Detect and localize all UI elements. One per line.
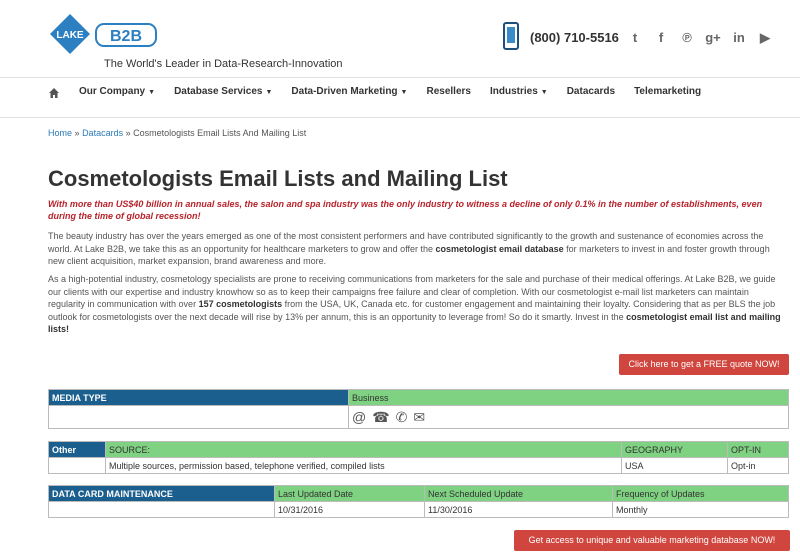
frequency-value: Monthly: [612, 501, 789, 518]
opt-in-header: OPT-IN: [727, 441, 789, 458]
facebook-icon[interactable]: f: [652, 30, 670, 46]
geography-header: GEOGRAPHY: [621, 441, 728, 458]
nav-industries[interactable]: Industries ▼: [490, 86, 548, 97]
email-at-icon: @: [352, 409, 367, 425]
fax-icon: ☎: [372, 409, 390, 425]
database-access-button[interactable]: Get access to unique and valuable market…: [514, 530, 790, 551]
caret-down-icon: ▼: [265, 89, 273, 96]
nav-our-company[interactable]: Our Company ▼: [79, 86, 155, 97]
nav-telemarketing[interactable]: Telemarketing: [634, 86, 701, 97]
lead-text: With more than US$40 billion in annual s…: [48, 199, 763, 221]
page-title: Cosmetologists Email Lists and Mailing L…: [48, 166, 508, 191]
twitter-icon[interactable]: t: [626, 30, 644, 46]
other-header: Other: [48, 441, 106, 458]
source-header: SOURCE:: [105, 441, 622, 458]
maintenance-table: DATA CARD MAINTENANCE Last Updated Date …: [48, 485, 789, 518]
caret-down-icon: ▼: [400, 89, 408, 96]
svg-text:B2B: B2B: [110, 28, 142, 45]
nav-resellers[interactable]: Resellers: [426, 86, 470, 97]
geography-value: USA: [621, 457, 728, 474]
mail-icon: ✉: [413, 409, 426, 425]
lake-b2b-logo[interactable]: LAKE B2B: [48, 12, 168, 62]
last-updated-value: 10/31/2016: [274, 501, 425, 518]
linkedin-icon[interactable]: in: [730, 30, 748, 46]
nav-data-driven-marketing[interactable]: Data-Driven Marketing ▼: [291, 86, 407, 97]
intro-paragraph: The beauty industry has over the years e…: [48, 231, 770, 266]
caret-down-icon: ▼: [148, 89, 156, 96]
frequency-header: Frequency of Updates: [612, 485, 789, 502]
opt-in-value: Opt-in: [727, 457, 789, 474]
svg-text:LAKE: LAKE: [56, 30, 84, 41]
caret-down-icon: ▼: [540, 89, 548, 96]
breadcrumb-current: Cosmetologists Email Lists And Mailing L…: [133, 128, 307, 138]
phone-icon: [503, 22, 519, 50]
maintenance-header: DATA CARD MAINTENANCE: [48, 485, 275, 502]
phone-icon: ✆: [395, 409, 408, 425]
media-type-table: MEDIA TYPE Business @ ☎ ✆ ✉: [48, 389, 789, 429]
tagline: The World's Leader in Data-Research-Inno…: [104, 58, 343, 70]
breadcrumb-datacards[interactable]: Datacards: [82, 128, 123, 138]
google-plus-icon[interactable]: g+: [704, 30, 722, 46]
site-header: LAKE B2B The World's Leader in Data-Rese…: [0, 0, 800, 78]
next-update-value: 11/30/2016: [424, 501, 613, 518]
breadcrumb: Home » Datacards » Cosmetologists Email …: [48, 128, 307, 138]
main-nav: Our Company ▼ Database Services ▼ Data-Dri…: [0, 78, 800, 118]
nav-datacards[interactable]: Datacards: [567, 86, 615, 97]
breadcrumb-home[interactable]: Home: [48, 128, 72, 138]
free-quote-button[interactable]: Click here to get a FREE quote NOW!: [619, 354, 789, 375]
phone-number[interactable]: (800) 710-5516: [530, 30, 619, 45]
youtube-icon[interactable]: ▶: [756, 30, 774, 46]
nav-database-services[interactable]: Database Services ▼: [174, 86, 272, 97]
pinterest-icon[interactable]: ℗: [678, 30, 696, 46]
detail-paragraph: As a high-potential industry, cosmetolog…: [48, 274, 781, 334]
social-links: t f ℗ g+ in ▶: [626, 30, 774, 46]
media-type-header: MEDIA TYPE: [48, 389, 349, 406]
other-table: Other SOURCE: GEOGRAPHY OPT-IN Multiple …: [48, 441, 789, 474]
home-icon[interactable]: [48, 87, 60, 99]
next-update-header: Next Scheduled Update: [424, 485, 613, 502]
media-type-value: Business: [348, 389, 789, 406]
source-value: Multiple sources, permission based, tele…: [105, 457, 622, 474]
last-updated-header: Last Updated Date: [274, 485, 425, 502]
